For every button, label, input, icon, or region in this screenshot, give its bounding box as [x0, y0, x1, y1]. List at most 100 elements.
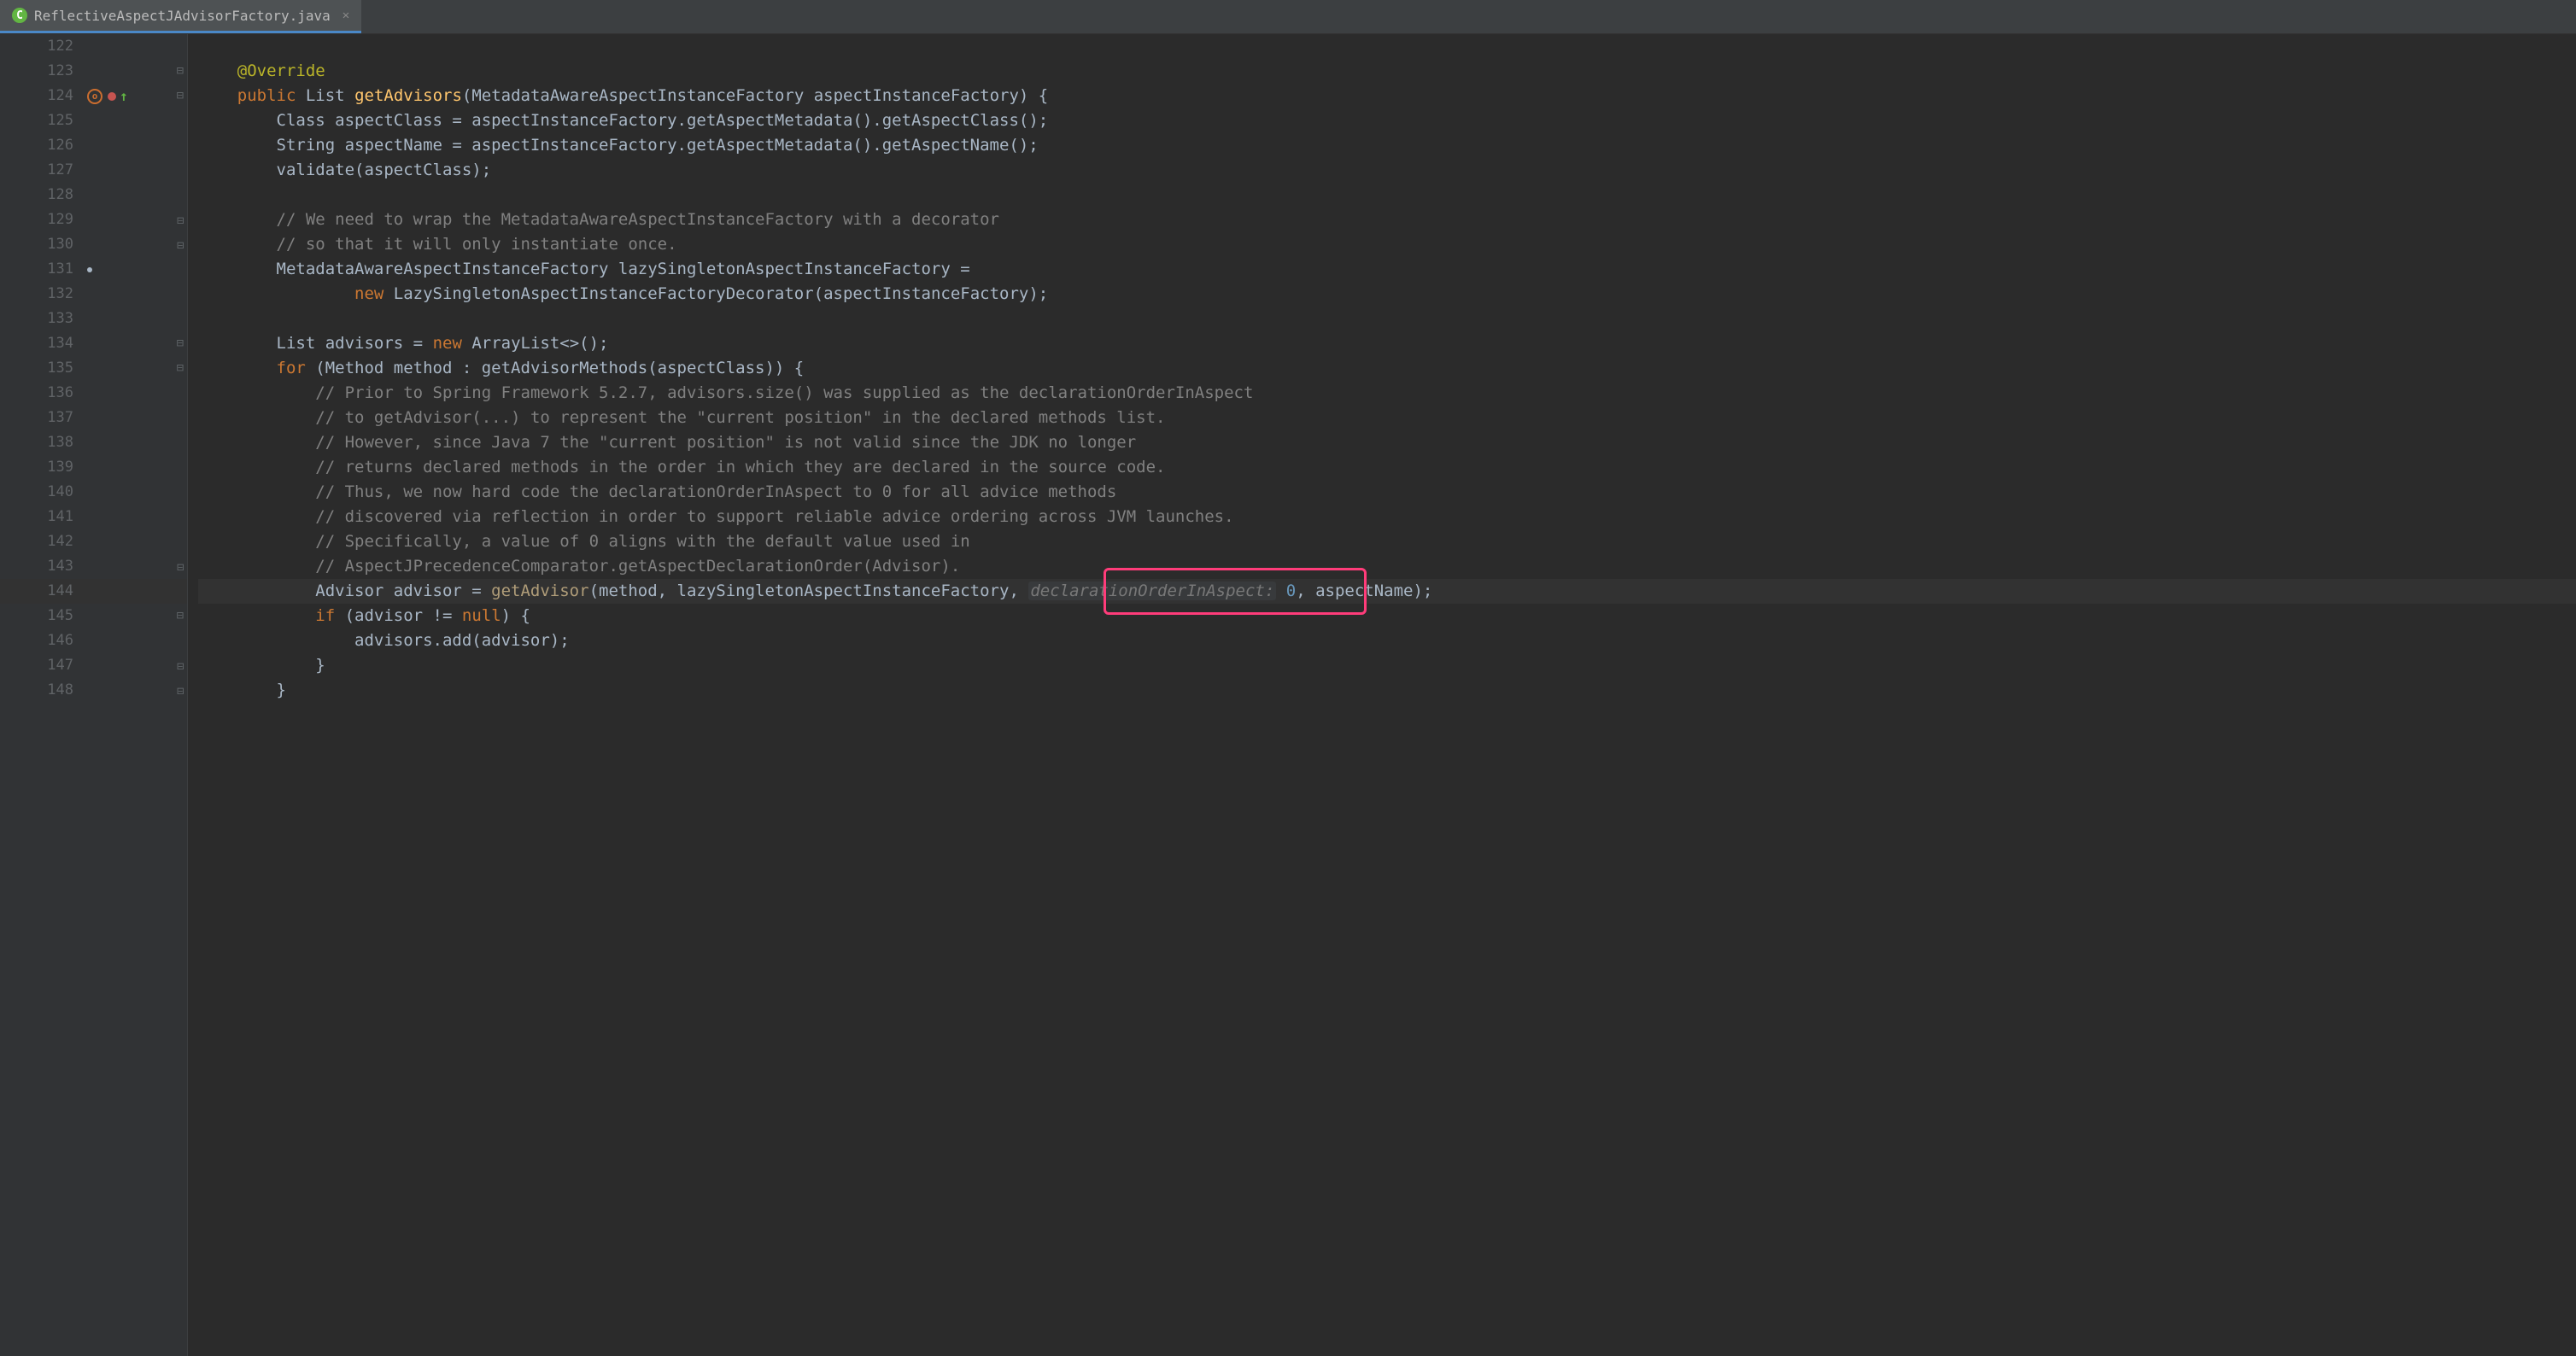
line-number: 134	[0, 331, 85, 356]
gutter-annotation-row	[85, 505, 187, 529]
code-line[interactable]: // Specifically, a value of 0 aligns wit…	[198, 529, 2576, 554]
gutter-annotation-row: ⊟	[85, 604, 187, 628]
code-line[interactable]: @Override	[198, 59, 2576, 84]
gutter-annotation-row	[85, 430, 187, 455]
code-line[interactable]	[198, 307, 2576, 331]
code-line[interactable]: for (Method method : getAdvisorMethods(a…	[198, 356, 2576, 381]
gutter-annotation-row	[85, 282, 187, 307]
gutter-annotation-row	[85, 628, 187, 653]
tab-filename: ReflectiveAspectJAdvisorFactory.java	[34, 8, 331, 24]
fold-end-icon[interactable]: ⊟	[177, 232, 184, 257]
gutter-annotation-row: ⊟	[85, 207, 187, 232]
line-number: 130	[0, 232, 85, 257]
fold-start-icon[interactable]: ⊟	[177, 84, 184, 108]
code-line[interactable]	[198, 34, 2576, 59]
implements-up-icon[interactable]: ↑	[120, 84, 128, 108]
line-number: 129	[0, 207, 85, 232]
code-line[interactable]: // to getAdvisor(...) to represent the "…	[198, 406, 2576, 430]
line-number: 140	[0, 480, 85, 505]
line-number: 123	[0, 59, 85, 84]
code-line[interactable]: // Prior to Spring Framework 5.2.7, advi…	[198, 381, 2576, 406]
gutter-annotation-row	[85, 183, 187, 207]
line-number: 133	[0, 307, 85, 331]
code-line[interactable]: // AspectJPrecedenceComparator.getAspect…	[198, 554, 2576, 579]
line-number: 138	[0, 430, 85, 455]
code-line[interactable]: // so that it will only instantiate once…	[198, 232, 2576, 257]
gutter-annotation-row	[85, 133, 187, 158]
line-number: 142	[0, 529, 85, 554]
gutter-annotation-row: ⊟	[85, 356, 187, 381]
gutter-annotation-row: ⊟	[85, 59, 187, 84]
caret-line-marker	[87, 267, 92, 272]
gutter-annotation-column: ⊟o↑⊟⊟⊟⊟⊟⊟⊟⊟⊟	[85, 34, 188, 1356]
line-number: 141	[0, 505, 85, 529]
line-number: 124	[0, 84, 85, 108]
code-line[interactable]: List advisors = new ArrayList<>();	[198, 331, 2576, 356]
code-line[interactable]: advisors.add(advisor);	[198, 628, 2576, 653]
code-line[interactable]: // We need to wrap the MetadataAwareAspe…	[198, 207, 2576, 232]
line-number: 143	[0, 554, 85, 579]
line-number: 125	[0, 108, 85, 133]
line-number: 145	[0, 604, 85, 628]
line-number: 131	[0, 257, 85, 282]
line-number: 136	[0, 381, 85, 406]
line-number: 122	[0, 34, 85, 59]
gutter-annotation-row	[85, 579, 187, 604]
fold-start-icon[interactable]: ⊟	[177, 356, 184, 381]
line-number-gutter: 1221231241251261271281291301311321331341…	[0, 34, 85, 1356]
code-line[interactable]: // However, since Java 7 the "current po…	[198, 430, 2576, 455]
gutter-annotation-row: ⊟	[85, 331, 187, 356]
tab-bar: C ReflectiveAspectJAdvisorFactory.java ✕	[0, 0, 2576, 34]
line-number: 147	[0, 653, 85, 678]
gutter-annotation-row	[85, 257, 187, 282]
gutter-annotation-row	[85, 480, 187, 505]
breakpoint-indicator-icon[interactable]	[108, 92, 116, 101]
code-line[interactable]: }	[198, 678, 2576, 703]
code-line[interactable]: }	[198, 653, 2576, 678]
code-line[interactable]: if (advisor != null) {	[198, 604, 2576, 628]
code-line[interactable]: // discovered via reflection in order to…	[198, 505, 2576, 529]
code-editor[interactable]: 1221231241251261271281291301311321331341…	[0, 34, 2576, 1356]
gutter-annotation-row	[85, 529, 187, 554]
line-number: 135	[0, 356, 85, 381]
gutter-annotation-row: ⊟	[85, 678, 187, 703]
code-line[interactable]	[198, 183, 2576, 207]
line-number: 148	[0, 678, 85, 703]
fold-start-icon[interactable]: ⊟	[177, 604, 184, 628]
code-line[interactable]: MetadataAwareAspectInstanceFactory lazyS…	[198, 257, 2576, 282]
code-line[interactable]: String aspectName = aspectInstanceFactor…	[198, 133, 2576, 158]
code-line[interactable]: public List getAdvisors(MetadataAwareAsp…	[198, 84, 2576, 108]
code-line[interactable]: // returns declared methods in the order…	[198, 455, 2576, 480]
gutter-annotation-row	[85, 307, 187, 331]
line-number: 144	[0, 579, 85, 604]
line-number: 132	[0, 282, 85, 307]
line-number: 137	[0, 406, 85, 430]
code-line[interactable]: Advisor advisor = getAdvisor(method, laz…	[198, 579, 2576, 604]
code-line[interactable]: // Thus, we now hard code the declaratio…	[198, 480, 2576, 505]
close-icon[interactable]: ✕	[342, 9, 349, 22]
line-number: 146	[0, 628, 85, 653]
code-line[interactable]: new LazySingletonAspectInstanceFactoryDe…	[198, 282, 2576, 307]
gutter-annotation-row	[85, 455, 187, 480]
fold-end-icon[interactable]: ⊟	[177, 678, 184, 703]
fold-end-icon[interactable]: ⊟	[177, 207, 184, 232]
gutter-annotation-row	[85, 108, 187, 133]
code-area[interactable]: @Override public List getAdvisors(Metada…	[188, 34, 2576, 1356]
gutter-annotation-row	[85, 34, 187, 59]
override-gutter-icon[interactable]: o	[87, 89, 102, 104]
line-number: 139	[0, 455, 85, 480]
fold-start-icon[interactable]: ⊟	[177, 59, 184, 84]
editor-tab-active[interactable]: C ReflectiveAspectJAdvisorFactory.java ✕	[0, 0, 361, 33]
class-file-icon: C	[12, 8, 27, 23]
code-line[interactable]: Class aspectClass = aspectInstanceFactor…	[198, 108, 2576, 133]
gutter-annotation-row: ⊟	[85, 554, 187, 579]
gutter-annotation-row: o ↑ ⊟	[85, 84, 187, 108]
fold-end-icon[interactable]: ⊟	[177, 554, 184, 579]
gutter-annotation-row	[85, 381, 187, 406]
line-number: 127	[0, 158, 85, 183]
gutter-annotation-row	[85, 406, 187, 430]
gutter-annotation-row: ⊟	[85, 653, 187, 678]
fold-start-icon[interactable]: ⊟	[177, 331, 184, 356]
fold-end-icon[interactable]: ⊟	[177, 653, 184, 678]
code-line[interactable]: validate(aspectClass);	[198, 158, 2576, 183]
